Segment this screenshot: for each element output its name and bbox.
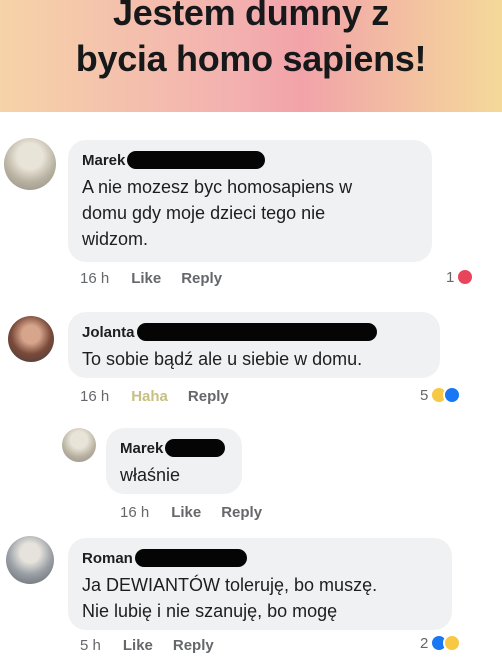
comment-text-line: A nie mozesz byc homosapiens w: [82, 177, 353, 197]
reply-button[interactable]: Reply: [181, 270, 222, 287]
comment-text: Ja DEWIANTÓW toleruję, bo muszę. Nie lub…: [82, 572, 438, 624]
comment-text-line: właśnie: [120, 465, 181, 485]
comment-text: właśnie: [120, 462, 228, 488]
comment-text-line: widzom.: [82, 229, 149, 249]
reply-button[interactable]: Reply: [221, 504, 262, 521]
meme-title-banner: Jestem dumny z bycia homo sapiens!: [0, 0, 502, 112]
commenter-name[interactable]: Roman: [82, 550, 133, 567]
commenter-name[interactable]: Jolanta: [82, 324, 135, 341]
comment-text: A nie mozesz byc homosapiens w domu gdy …: [82, 174, 418, 252]
like-button[interactable]: Like: [123, 637, 153, 654]
commenter-name[interactable]: Marek: [120, 440, 163, 457]
redaction-bar: [127, 151, 266, 169]
comment-text-line: domu gdy moje dzieci tego nie: [82, 203, 326, 223]
comment-bubble: Jolanta To sobie bądź ale u siebie w dom…: [68, 312, 440, 378]
comment-text-line: To sobie bądź ale u siebie w domu.: [82, 349, 363, 369]
banner-title-line-2: bycia homo sapiens!: [75, 38, 427, 79]
avatar[interactable]: [6, 536, 54, 584]
avatar[interactable]: [8, 316, 54, 362]
avatar[interactable]: [62, 428, 96, 462]
reply-button[interactable]: Reply: [173, 637, 214, 654]
comment-text-line: Nie lubię i nie szanuję, bo mogę: [82, 601, 338, 621]
redaction-bar: [165, 439, 226, 457]
comment-actions: 16 h Like Reply: [80, 270, 242, 287]
reaction-summary[interactable]: 2: [420, 634, 462, 652]
comment-actions: 5 h Like Reply: [80, 637, 234, 654]
comment-text-line: Ja DEWIANTÓW toleruję, bo muszę.: [82, 575, 378, 595]
comment-bubble: Marek A nie mozesz byc homosapiens w dom…: [68, 140, 432, 262]
comment-timestamp[interactable]: 5 h: [80, 637, 101, 654]
commenter-name[interactable]: Marek: [82, 152, 125, 169]
redaction-bar: [134, 549, 247, 567]
comment-text: To sobie bądź ale u siebie w domu.: [82, 346, 426, 372]
like-icon: [443, 386, 462, 404]
reaction-count: 2: [420, 634, 429, 652]
reaction-count: 1: [446, 268, 455, 286]
haha-reaction-button[interactable]: Haha: [131, 388, 168, 405]
love-icon: [456, 268, 475, 286]
comment-timestamp[interactable]: 16 h: [80, 270, 109, 287]
redaction-bar: [136, 323, 377, 341]
comment-timestamp[interactable]: 16 h: [80, 388, 109, 405]
reaction-count: 5: [420, 386, 429, 404]
comment-actions: 16 h Haha Reply: [80, 388, 249, 405]
comment-actions: 16 h Like Reply: [120, 504, 282, 521]
reaction-summary[interactable]: 1: [446, 268, 475, 286]
comment-bubble: Marek właśnie: [106, 428, 242, 494]
comment-bubble: Roman Ja DEWIANTÓW toleruję, bo muszę. N…: [68, 538, 452, 630]
banner-title-line-1: Jestem dumny z: [113, 0, 389, 33]
reply-button[interactable]: Reply: [188, 388, 229, 405]
avatar[interactable]: [4, 138, 56, 190]
reaction-summary[interactable]: 5: [420, 386, 462, 404]
like-button[interactable]: Like: [131, 270, 161, 287]
comment-timestamp[interactable]: 16 h: [120, 504, 149, 521]
like-button[interactable]: Like: [171, 504, 201, 521]
haha-icon: [443, 634, 462, 652]
